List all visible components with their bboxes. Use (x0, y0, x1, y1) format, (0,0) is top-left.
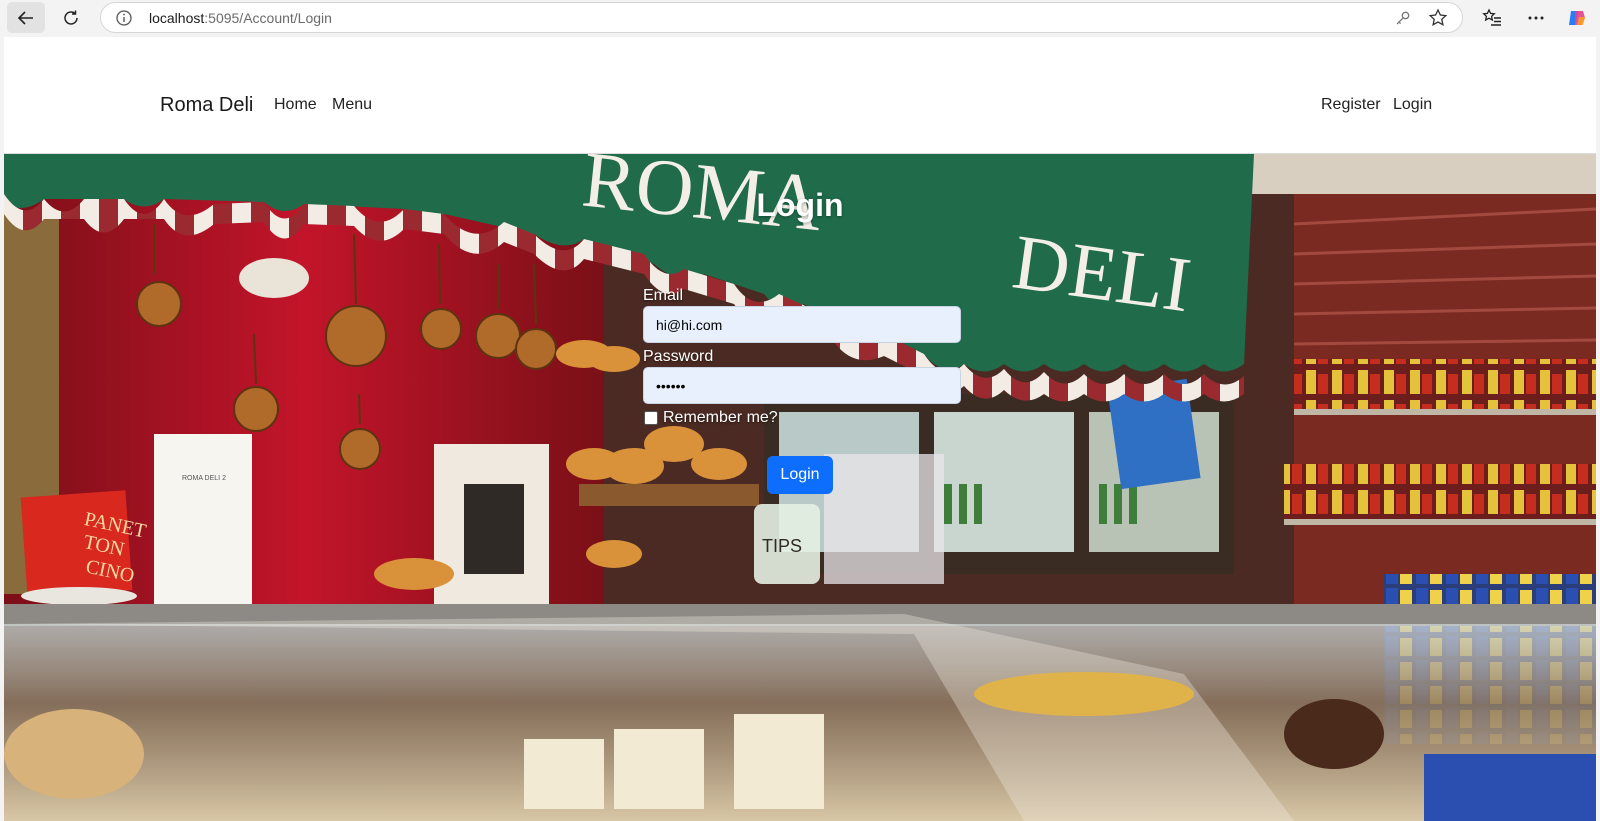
login-form: Email Password Remember me? Login (643, 286, 961, 494)
remember-me-label[interactable]: Remember me? (663, 409, 778, 427)
ellipsis-icon (1528, 16, 1544, 19)
info-icon[interactable] (115, 9, 133, 27)
key-icon[interactable] (1394, 9, 1412, 27)
favorite-star-icon[interactable] (1428, 8, 1448, 28)
arrow-left-icon (17, 10, 33, 25)
copilot-button[interactable] (1560, 2, 1594, 33)
password-label: Password (643, 348, 714, 365)
nav-home-link[interactable]: Home (274, 96, 317, 114)
remember-me-row: Remember me? (643, 408, 961, 428)
login-submit-button[interactable]: Login (767, 456, 833, 494)
email-input[interactable] (643, 306, 961, 343)
site-navbar: Roma Deli Home Menu Register Login (4, 37, 1596, 154)
nav-menu-link[interactable]: Menu (332, 96, 372, 114)
hero-section: ROMA DELI ROMA DELI 2 PANET TON CINO TIP… (4, 154, 1596, 821)
password-input[interactable] (643, 367, 961, 404)
refresh-button[interactable] (52, 2, 90, 33)
tips-jar-text: TIPS (762, 536, 802, 556)
back-button[interactable] (7, 2, 45, 33)
email-label: Email (643, 287, 684, 304)
menu-card-text: ROMA DELI 2 (182, 475, 226, 482)
favorites-list-icon (1482, 7, 1501, 26)
brand-link[interactable]: Roma Deli (160, 94, 253, 117)
favorites-button[interactable] (1473, 2, 1511, 33)
web-page: Roma Deli Home Menu Register Login ROMA … (4, 37, 1596, 821)
nav-login-link[interactable]: Login (1393, 96, 1432, 114)
nav-register-link[interactable]: Register (1321, 96, 1381, 114)
copilot-icon (1569, 10, 1585, 25)
refresh-icon (64, 10, 78, 25)
browser-toolbar: localhost:5095/Account/Login (0, 0, 1600, 36)
url-text: localhost:5095/Account/Login (149, 10, 332, 26)
remember-me-checkbox[interactable] (644, 411, 658, 425)
login-heading: Login (756, 187, 844, 224)
address-bar[interactable]: localhost:5095/Account/Login (100, 2, 1463, 33)
more-button[interactable] (1517, 2, 1555, 33)
